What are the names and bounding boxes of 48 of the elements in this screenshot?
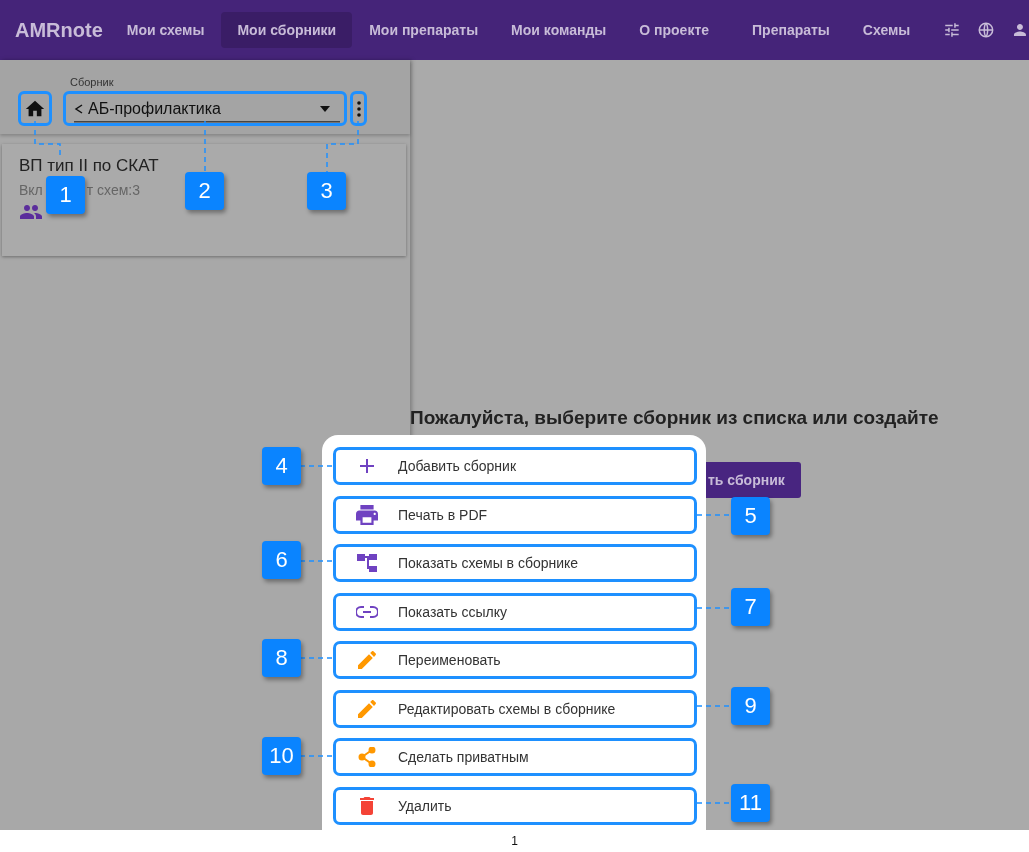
callout-badge: 3 — [307, 172, 346, 210]
nav-tab[interactable]: Схемы — [846, 12, 927, 48]
callout-badge: 1 — [46, 176, 85, 214]
nav-tab[interactable]: Мои схемы — [110, 12, 221, 48]
card-subtitle: т схем:3 — [86, 182, 141, 198]
callout-badge: 10 — [262, 737, 301, 775]
leader-line — [299, 465, 334, 467]
nav-tab[interactable]: О проекте — [623, 12, 726, 48]
collection-select[interactable]: АБ-профилактика — [63, 91, 347, 126]
callout-badge: 5 — [731, 497, 770, 535]
card-title: ВП тип II по СКАТ — [19, 156, 159, 176]
menu-item[interactable]: Переименовать — [333, 641, 697, 679]
more-button[interactable] — [350, 91, 367, 126]
menu-item[interactable]: Сделать приватным — [333, 738, 697, 776]
menu-item[interactable]: Показать схемы в сборнике — [333, 544, 697, 582]
app-logo[interactable]: AMRnote — [15, 18, 103, 42]
menu-item[interactable]: Печать в PDF — [333, 495, 697, 534]
more-icon — [356, 100, 361, 117]
nav-tab[interactable]: Мои препараты — [353, 12, 495, 48]
leader-line — [204, 120, 206, 173]
leader-line — [299, 657, 334, 659]
callout-badge: 11 — [731, 784, 770, 822]
nav-tab[interactable]: Мои команды — [495, 12, 623, 48]
card-subtitle: Вкл — [19, 182, 43, 198]
nav-tab[interactable]: Препараты — [736, 12, 846, 48]
callout-badge: 2 — [185, 172, 224, 210]
caret-icon — [320, 105, 330, 112]
home-button[interactable] — [18, 91, 52, 126]
menu-item[interactable]: Показать ссылку — [333, 592, 697, 631]
callout-badge: 6 — [262, 541, 301, 579]
callout-badge: 4 — [262, 447, 301, 485]
leader-line — [696, 514, 732, 516]
menu-item[interactable]: Удалить — [333, 786, 697, 825]
callout-badge: 9 — [731, 687, 770, 725]
callout-badge: 7 — [731, 588, 770, 626]
menu-item[interactable]: Добавить сборник — [333, 447, 697, 485]
prompt-heading: Пожалуйста, выберите сборник из списка или создайте — [410, 407, 940, 429]
leader-line — [696, 705, 732, 707]
leader-line — [299, 560, 334, 562]
page-number: 1 — [511, 834, 518, 848]
menu-item[interactable]: Редактировать схемы в сборнике — [333, 689, 697, 728]
leader-line — [696, 607, 732, 609]
nav-tab[interactable]: Мои сборники — [221, 12, 353, 48]
leader-line — [326, 120, 359, 173]
callout-badge: 8 — [262, 639, 301, 677]
leader-line — [299, 755, 334, 757]
field-label: Сборник — [70, 76, 115, 88]
leader-line — [696, 802, 732, 804]
